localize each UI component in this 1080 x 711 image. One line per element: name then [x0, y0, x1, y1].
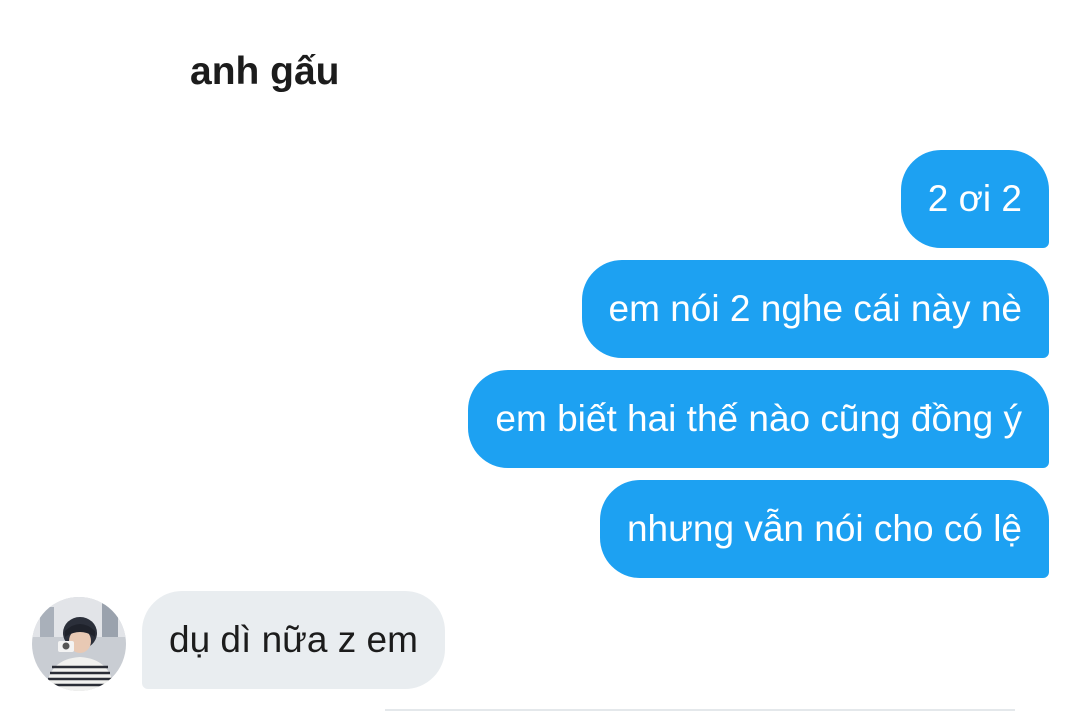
sent-message-bubble[interactable]: em biết hai thế nào cũng đồng ý — [468, 370, 1049, 468]
sent-message-bubble[interactable]: nhưng vẫn nói cho có lệ — [599, 480, 1049, 578]
contact-avatar[interactable] — [32, 597, 126, 691]
sent-message-bubble[interactable]: 2 ơi 2 — [900, 150, 1049, 248]
received-message-bubble[interactable]: dụ dì nữa z em — [142, 591, 445, 689]
chat-title: anh gấu — [190, 50, 340, 93]
avatar-photo-icon — [32, 597, 126, 691]
sent-message-bubble[interactable]: em nói 2 nghe cái này nè — [581, 260, 1049, 358]
